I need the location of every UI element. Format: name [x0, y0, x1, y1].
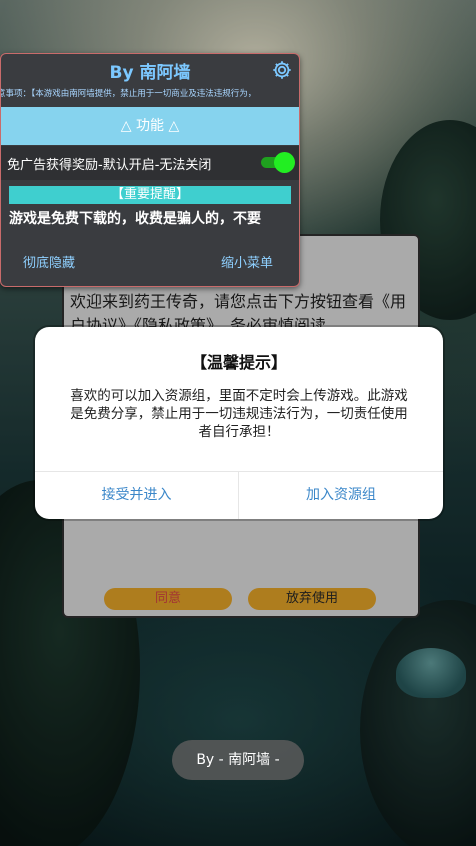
tip-modal: 【温馨提示】 喜欢的可以加入资源组，里面不定时会上传游戏。此游戏是免费分享，禁止…	[35, 327, 443, 519]
accept-and-enter-button[interactable]: 接受并进入	[35, 472, 238, 519]
hide-menu-button[interactable]: 彻底隐藏	[23, 252, 75, 271]
author-toast: By - 南阿墙 -	[172, 740, 304, 780]
floating-menu: By 南阿墙 意事项：【本游戏由南阿墙提供，禁止用于一切商业及违法违规行为， △…	[0, 53, 300, 287]
gear-icon[interactable]	[271, 59, 293, 81]
modal-body: 喜欢的可以加入资源组，里面不定时会上传游戏。此游戏是免费分享，禁止用于一切违规违…	[70, 388, 408, 440]
modal-title: 【温馨提示】	[190, 353, 287, 372]
menu-notice: 意事项：【本游戏由南阿墙提供，禁止用于一切商业及违法违规行为，	[1, 86, 299, 102]
toggle-knob	[274, 152, 295, 173]
important-text: 游戏是免费下载的，收费是骗人的，不要	[9, 211, 261, 227]
important-header: 【重要提醒】	[9, 186, 291, 204]
function-header[interactable]: △ 功能 △	[1, 107, 299, 145]
ad-toggle-label: 免广告获得奖励-默认开启-无法关闭	[7, 158, 212, 173]
join-resource-group-button[interactable]: 加入资源组	[239, 472, 443, 519]
shrink-menu-button[interactable]: 缩小菜单	[221, 252, 273, 271]
ad-toggle-row: 免广告获得奖励-默认开启-无法关闭	[1, 146, 299, 180]
menu-notice-text: 意事项：【本游戏由南阿墙提供，禁止用于一切商业及违法违规行为，	[1, 89, 257, 99]
menu-title: By 南阿墙	[109, 63, 191, 83]
ad-toggle-switch[interactable]	[261, 152, 295, 173]
